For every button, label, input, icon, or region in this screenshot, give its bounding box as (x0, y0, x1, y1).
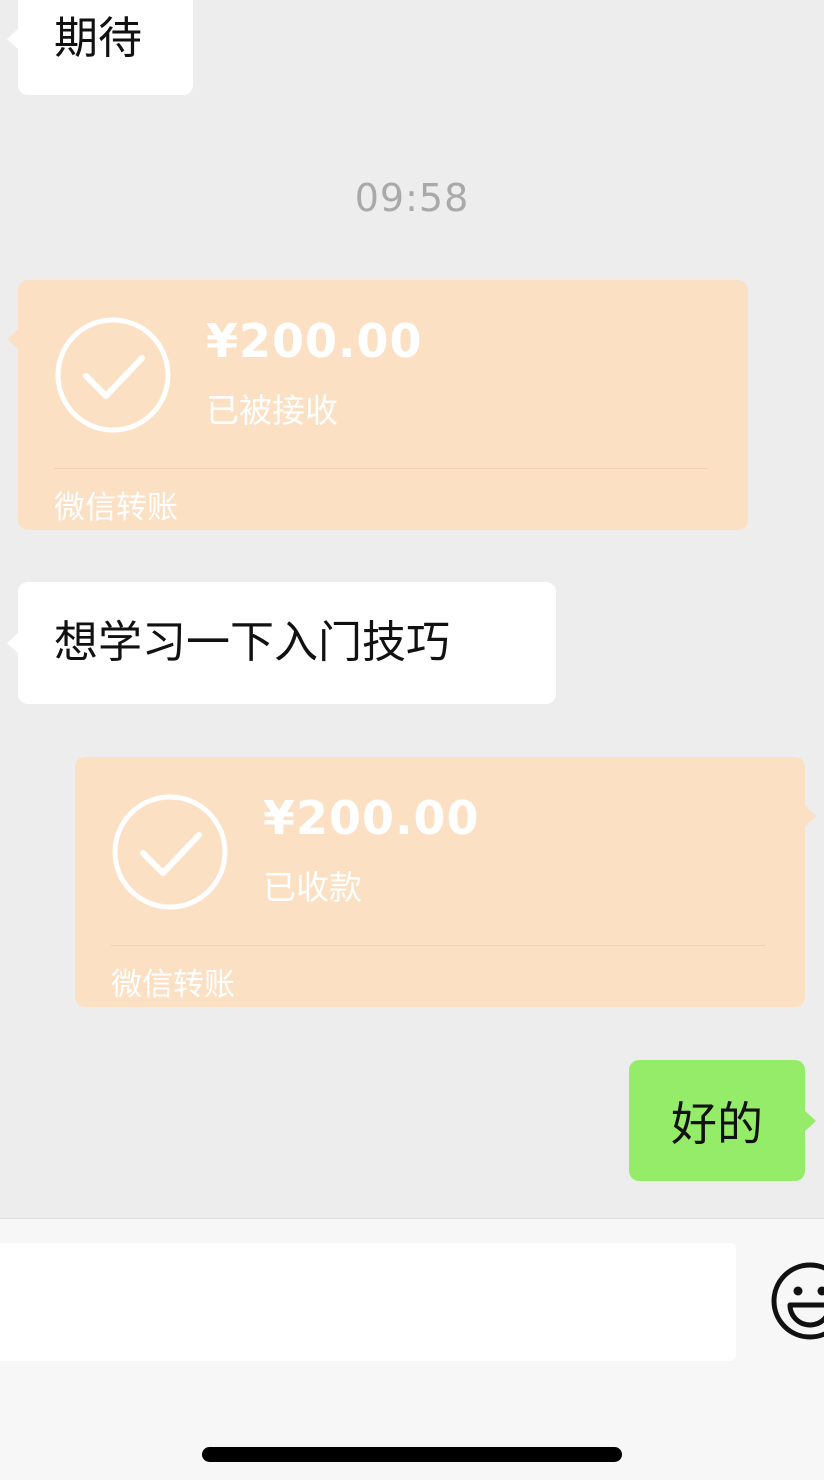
transfer-status: 已被接收 (206, 391, 338, 430)
message-bubble-incoming[interactable]: 想学习一下入门技巧 (7, 582, 556, 704)
message-bubble-outgoing[interactable]: 好的 (629, 1060, 816, 1181)
home-indicator (202, 1447, 622, 1462)
transfer-amount: ¥200.00 (263, 791, 480, 845)
transfer-status: 已收款 (263, 868, 362, 907)
message-text: 期待 (54, 12, 142, 64)
transfer-footer-label: 微信转账 (111, 967, 235, 1003)
message-text: 好的 (671, 1096, 763, 1151)
transfer-card-incoming[interactable]: ¥200.00 已被接收 微信转账 (7, 280, 748, 530)
transfer-divider (111, 945, 765, 946)
message-timestamp: 09:58 (354, 176, 470, 220)
check-circle-icon (112, 794, 228, 910)
transfer-footer-label: 微信转账 (54, 490, 178, 526)
check-circle-icon (55, 317, 171, 433)
message-bubble-incoming[interactable]: 期待 (7, 0, 193, 95)
transfer-amount: ¥200.00 (206, 314, 423, 368)
message-input[interactable] (0, 1243, 736, 1361)
message-text: 想学习一下入门技巧 (54, 617, 450, 668)
emoji-smile-icon[interactable] (768, 1259, 824, 1343)
chat-input-bar (0, 1218, 824, 1480)
transfer-card-outgoing[interactable]: ¥200.00 已收款 微信转账 (75, 757, 816, 1007)
chat-message-list[interactable]: 期待 09:58 ¥200.00 已被接收 微信转账 想学习一下入门技巧 ¥20… (0, 0, 824, 1218)
transfer-divider (54, 468, 708, 469)
